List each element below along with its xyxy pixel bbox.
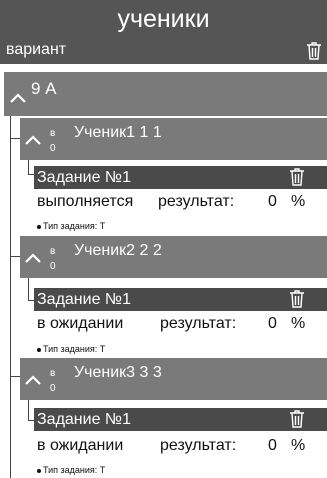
student-name: Ученик2 2 2 — [74, 242, 162, 259]
percent-sign: % — [291, 193, 306, 210]
student-badge-top: в — [50, 128, 56, 139]
student-badge-top: в — [50, 246, 56, 257]
task-type: Тип задания: Т — [37, 344, 105, 355]
student-header[interactable]: в 0 Ученик3 3 3 — [20, 358, 327, 400]
chevron-up-icon[interactable] — [25, 134, 41, 146]
task-header[interactable]: Задание №1 — [34, 408, 327, 431]
tree-connector — [10, 138, 20, 139]
student-badge-bottom: 0 — [50, 383, 56, 394]
percent-sign: % — [291, 315, 306, 332]
task-type-text: Тип задания: Т — [43, 465, 106, 475]
student-name: Ученик1 1 1 — [74, 124, 162, 141]
student-badge-bottom: 0 — [50, 261, 56, 272]
task-name: Задание №1 — [37, 291, 131, 308]
result-label: результат: — [160, 315, 237, 332]
result-label: результат: — [160, 437, 237, 454]
task-status-row: в ожидании результат: 0 % — [37, 314, 327, 336]
student-name: Ученик3 3 3 — [74, 364, 162, 381]
bullet-icon — [37, 347, 41, 352]
page-title: ученики — [117, 5, 210, 33]
tree-connector — [10, 116, 11, 478]
task-header[interactable]: Задание №1 — [34, 166, 327, 189]
task-status: выполняется — [37, 193, 134, 210]
result-label: результат: — [158, 193, 235, 210]
app-header: ученики вариант — [0, 0, 327, 64]
task-type-text: Тип задания: Т — [43, 344, 106, 354]
trash-icon[interactable] — [289, 168, 305, 186]
task-status-row: в ожидании результат: 0 % — [37, 436, 327, 458]
variant-label: вариант — [6, 41, 67, 58]
tree-connector — [10, 256, 20, 257]
task-status: в ожидании — [37, 315, 124, 332]
task-name: Задание №1 — [37, 169, 131, 186]
result-value: 0 — [268, 437, 277, 454]
task-name: Задание №1 — [37, 411, 131, 428]
task-type: Тип задания: Т — [37, 221, 105, 232]
group-header[interactable]: 9 А — [4, 72, 327, 116]
result-value: 0 — [268, 193, 277, 210]
task-header[interactable]: Задание №1 — [34, 288, 327, 311]
task-type-text: Тип задания: Т — [43, 221, 106, 231]
student-badge-bottom: 0 — [50, 143, 56, 154]
trash-icon[interactable] — [289, 410, 305, 428]
bullet-icon — [37, 224, 41, 229]
result-value: 0 — [268, 315, 277, 332]
tree-connector — [28, 278, 29, 300]
tree-connector — [28, 398, 29, 420]
student-header[interactable]: в 0 Ученик1 1 1 — [20, 118, 327, 160]
student-header[interactable]: в 0 Ученик2 2 2 — [20, 236, 327, 278]
percent-sign: % — [291, 437, 306, 454]
trash-icon[interactable] — [289, 290, 305, 308]
chevron-up-icon[interactable] — [25, 374, 41, 386]
chevron-up-icon[interactable] — [25, 252, 41, 264]
bullet-icon — [37, 468, 41, 473]
task-status-row: выполняется результат: 0 % — [37, 192, 327, 214]
student-badge-top: в — [50, 368, 56, 379]
tree-connector — [10, 376, 20, 377]
trash-icon[interactable] — [306, 42, 322, 60]
task-type: Тип задания: Т — [37, 465, 105, 476]
task-status: в ожидании — [37, 437, 124, 454]
chevron-up-icon[interactable] — [10, 92, 26, 104]
tree-connector — [28, 160, 29, 174]
group-name: 9 А — [31, 79, 57, 98]
